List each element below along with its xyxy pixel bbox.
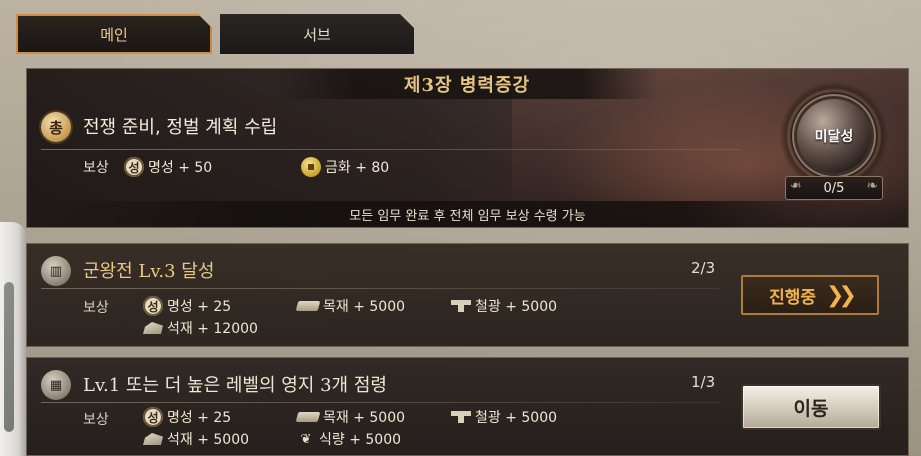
fame-icon: 성: [124, 157, 144, 177]
character-figure: [0, 222, 26, 456]
chapter-quest-title: 전쟁 준비, 정벌 계획 수립: [83, 117, 278, 138]
iron-ore-icon: [451, 411, 471, 423]
chapter-panel: 제3장 병력증강 총 전쟁 준비, 정벌 계획 수립 보상 성 명성 + 50 …: [26, 68, 909, 228]
reward-text: 명성 + 25: [167, 299, 232, 315]
orb-status-label: 미달성: [814, 129, 854, 145]
double-chevron-right-icon: ❯❯: [826, 282, 857, 308]
move-label: 이동: [793, 397, 829, 420]
quest-title: 군왕전 Lv.3 달성: [83, 261, 215, 282]
chapter-reward-fame: 성 명성 + 50: [124, 157, 212, 177]
tab-main[interactable]: 메인: [16, 14, 212, 54]
territory-icon: ▦: [41, 370, 71, 400]
quest-card: ▥ 군왕전 Lv.3 달성 2/3 보상 성 명성 + 25 목재 + 5000…: [26, 243, 909, 347]
divider: [41, 402, 721, 403]
reward-iron-ore: 철광 + 5000: [451, 407, 557, 427]
reward-text: 석재 + 5000: [167, 432, 250, 448]
quest-count: 2/3: [691, 259, 716, 277]
in-progress-button[interactable]: 진행중 ❯❯: [741, 275, 879, 315]
main-quest-icon: 총: [41, 112, 71, 142]
reward-text: 금화 + 80: [325, 160, 390, 176]
tab-main-label: 메인: [100, 25, 128, 44]
orb-status[interactable]: 미달성: [797, 99, 871, 173]
fame-icon: 성: [143, 296, 163, 316]
main-quest-icon-label: 총: [49, 118, 63, 137]
chapter-reward-orb[interactable]: 미달성 0/5: [779, 81, 889, 200]
reward-stone: 석재 + 12000: [143, 318, 258, 338]
reward-text: 석재 + 12000: [167, 321, 258, 337]
reward-text: 철광 + 5000: [475, 410, 558, 426]
stone-icon: [143, 433, 163, 445]
reward-stone: 석재 + 5000: [143, 429, 249, 449]
gold-coin-icon: [301, 157, 321, 177]
food-icon: ❦: [300, 431, 312, 447]
castle-icon: ▥: [41, 256, 71, 286]
reward-food: ❦ 식량 + 5000: [297, 429, 401, 449]
tab-sub[interactable]: 서브: [220, 14, 414, 54]
reward-text: 명성 + 25: [167, 410, 232, 426]
quest-title: Lv.1 또는 더 높은 레벨의 영지 3개 점령: [83, 375, 387, 396]
chapter-rewards: 보상: [83, 157, 109, 177]
reward-fame: 성 명성 + 25: [143, 407, 231, 427]
in-progress-label: 진행중: [769, 287, 817, 308]
chapter-title: 제3장 병력증강: [403, 75, 531, 96]
reward-text: 목재 + 5000: [323, 299, 406, 315]
fame-icon: 성: [143, 407, 163, 427]
chapter-reward-gold: 금화 + 80: [301, 157, 389, 177]
reward-wood: 목재 + 5000: [295, 407, 406, 427]
reward-text: 목재 + 5000: [323, 410, 406, 426]
stone-icon: [143, 322, 163, 334]
reward-fame: 성 명성 + 25: [143, 296, 231, 316]
chapter-progress: 0/5: [785, 176, 883, 200]
chapter-footer-note: 모든 임무 완료 후 전체 임무 보상 수령 가능: [27, 201, 908, 227]
chapter-footer-text: 모든 임무 완료 후 전체 임무 보상 수령 가능: [349, 208, 586, 224]
reward-iron-ore: 철광 + 5000: [451, 296, 557, 316]
reward-text: 명성 + 50: [148, 160, 213, 176]
wood-icon: [295, 412, 321, 422]
reward-label: 보상: [83, 300, 109, 316]
wood-icon: [295, 301, 321, 311]
reward-text: 식량 + 5000: [319, 432, 402, 448]
reward-wood: 목재 + 5000: [295, 296, 406, 316]
divider: [41, 288, 721, 289]
chapter-banner: 제3장 병력증강: [277, 69, 657, 99]
reward-label: 보상: [83, 412, 109, 428]
chapter-progress-text: 0/5: [823, 180, 845, 196]
reward-label: 보상: [83, 160, 109, 176]
iron-ore-icon: [451, 300, 471, 312]
divider: [41, 149, 741, 150]
quest-count: 1/3: [691, 373, 716, 391]
reward-text: 철광 + 5000: [475, 299, 558, 315]
move-button[interactable]: 이동: [741, 384, 881, 430]
tab-sub-label: 서브: [303, 25, 331, 44]
quest-card: ▦ Lv.1 또는 더 높은 레벨의 영지 3개 점령 1/3 보상 성 명성 …: [26, 357, 909, 456]
